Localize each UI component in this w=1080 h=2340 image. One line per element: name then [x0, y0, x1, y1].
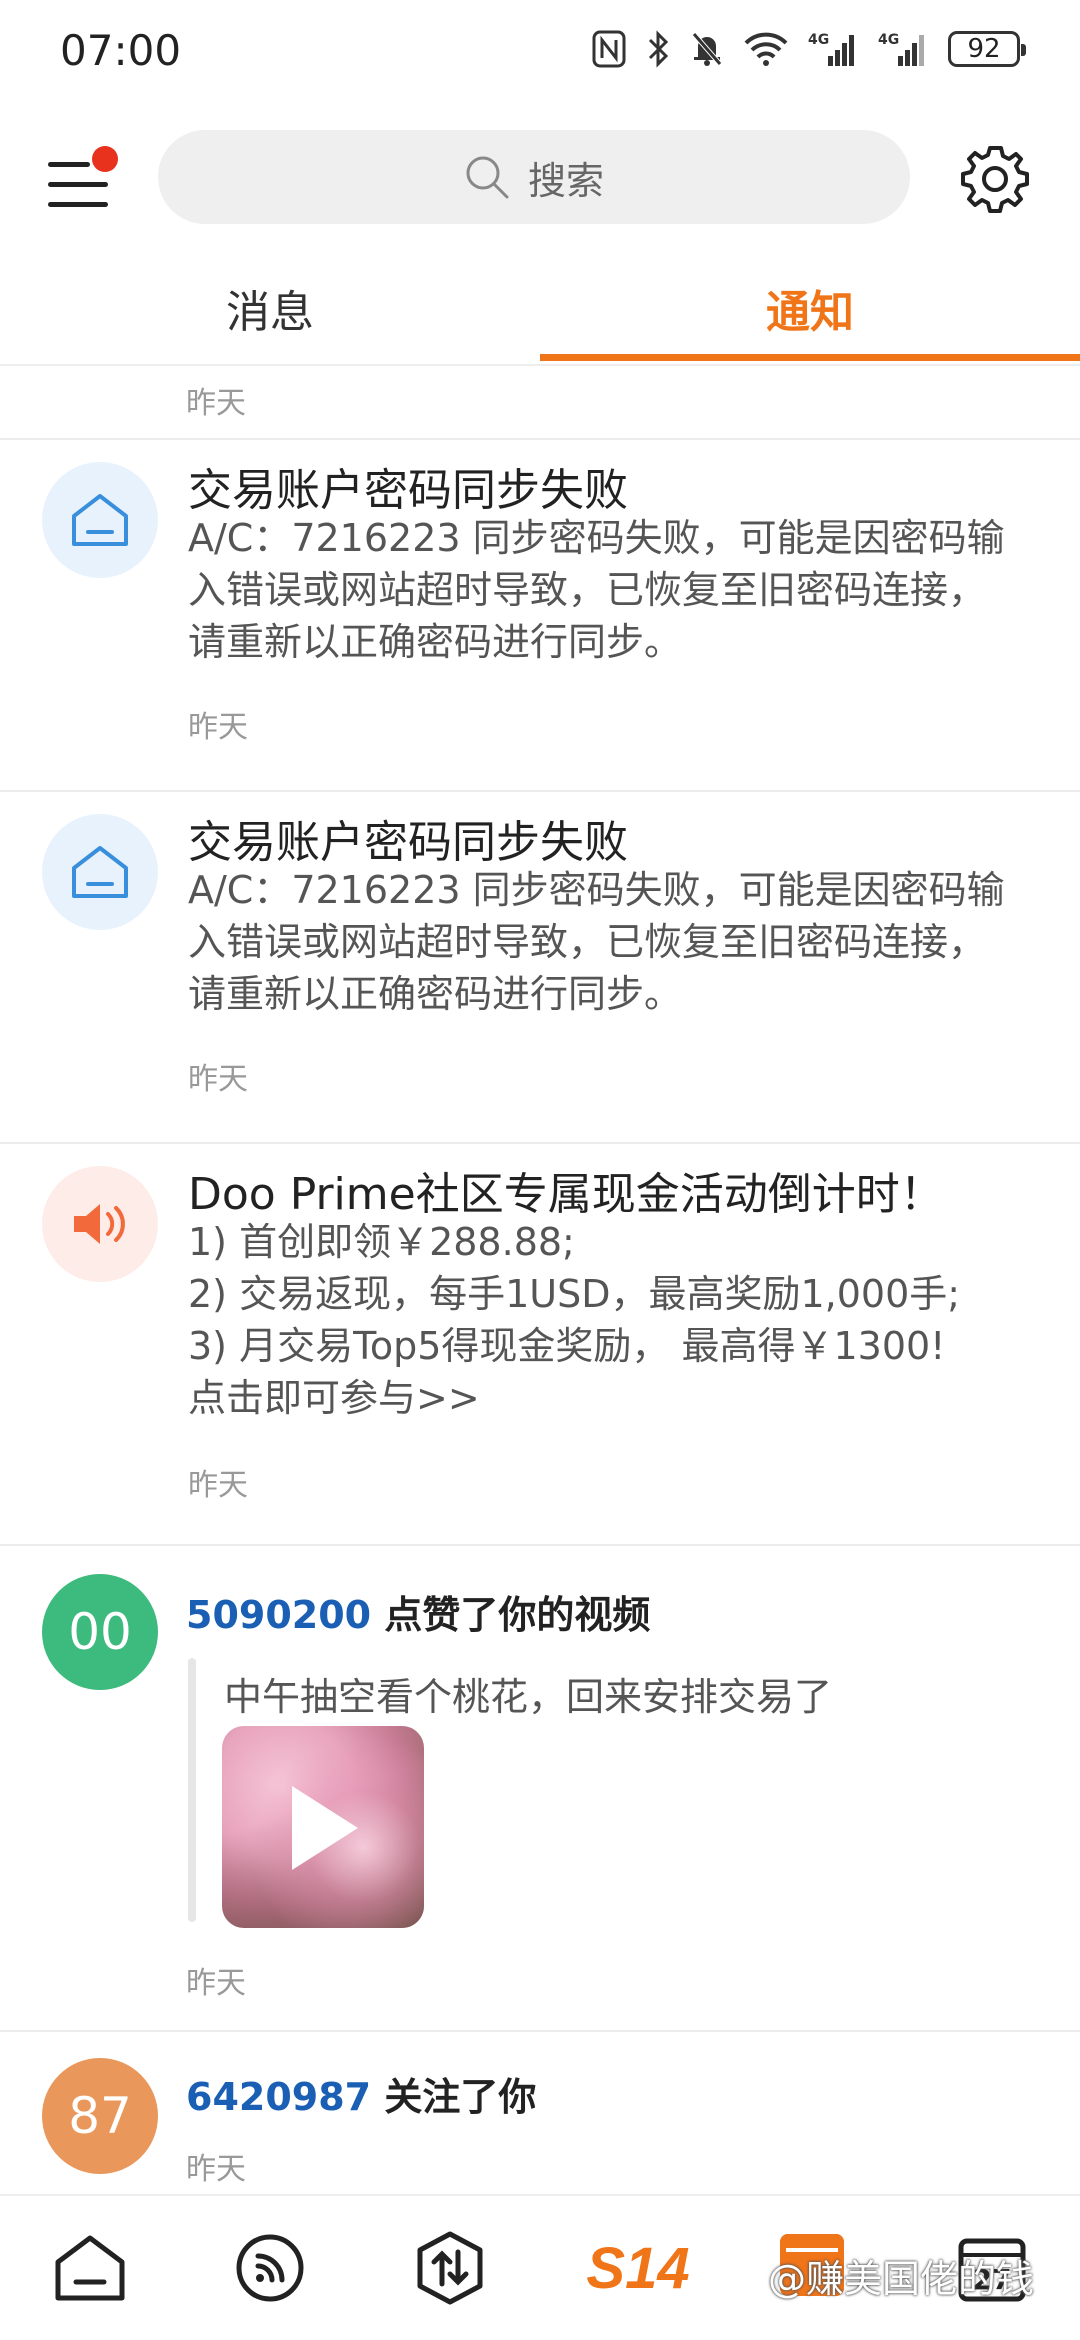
active-tab-indicator — [540, 354, 1080, 361]
avatar — [42, 462, 158, 578]
action-text: 关注了你 — [371, 2075, 537, 2119]
item-body: 1) 首创即领￥288.88; 2) 交易返现，每手1USD，最高奖励1,000… — [188, 1216, 1048, 1424]
item-time: 昨天 — [186, 1966, 246, 2001]
divider — [0, 364, 1080, 366]
item-title: Doo Prime社区专属现金活动倒计时！ — [188, 1169, 944, 1220]
body-line: A/C：7216223 同步密码失败，可能是因密码输 — [188, 516, 1005, 560]
item-title: 交易账户密码同步失败 — [188, 465, 628, 516]
video-thumbnail[interactable] — [222, 1726, 424, 1928]
tab-messages[interactable]: 消息 — [0, 262, 540, 362]
battery-indicator: 92 — [948, 31, 1026, 67]
feed-icon — [236, 2234, 304, 2302]
trade-icon — [417, 2231, 483, 2305]
svg-text:4G: 4G — [808, 32, 829, 48]
body-line: 2) 交易返现，每手1USD，最高奖励1,000手; — [188, 1272, 961, 1316]
tab-notifications[interactable]: 通知 — [540, 262, 1080, 362]
body-line: 请重新以正确密码进行同步。 — [188, 972, 683, 1016]
gear-icon — [961, 146, 1029, 213]
svg-text:4G: 4G — [878, 32, 899, 48]
item-body: A/C：7216223 同步密码失败，可能是因密码输 入错误或网站超时导致，已恢… — [188, 864, 1048, 1020]
avatar-text: 00 — [68, 1603, 132, 1661]
body-line: 请重新以正确密码进行同步。 — [188, 620, 683, 664]
notification-headline: 5090200 点赞了你的视频 — [186, 1584, 650, 1639]
item-time: 昨天 — [186, 386, 246, 421]
status-icons: 4G 4G 92 — [592, 30, 1026, 68]
s14-label: S14 — [586, 2235, 690, 2301]
header: 搜索 — [0, 120, 1080, 230]
house-icon — [72, 494, 128, 546]
menu-button[interactable] — [44, 146, 118, 216]
status-time: 07:00 — [60, 26, 182, 75]
avatar[interactable]: 00 — [42, 1574, 158, 1690]
list-item[interactable]: 交易账户密码同步失败 A/C：7216223 同步密码失败，可能是因密码输 入错… — [0, 440, 1080, 790]
item-time: 昨天 — [188, 710, 248, 745]
item-time: 昨天 — [186, 2152, 246, 2187]
body-line: 入错误或网站超时导致，已恢复至旧密码连接， — [188, 568, 987, 612]
list-item[interactable]: 87 6420987 关注了你 昨天 — [0, 2032, 1080, 2192]
search-icon — [466, 156, 509, 199]
watermark: @赚美国佬的钱 — [768, 2257, 1035, 2301]
avatar — [42, 1166, 158, 1282]
list-item[interactable]: 00 5090200 点赞了你的视频 中午抽空看个桃花，回来安排交易了 昨天 — [0, 1546, 1080, 2030]
quote-bar — [188, 1658, 196, 1922]
speaker-icon — [74, 1204, 125, 1244]
nfc-icon — [592, 30, 626, 68]
menu-icon-line — [48, 162, 90, 167]
body-line: A/C：7216223 同步密码失败，可能是因密码输 — [188, 868, 1005, 912]
bluetooth-icon — [646, 30, 670, 68]
bell-muted-icon — [690, 30, 724, 68]
avatar[interactable]: 87 — [42, 2058, 158, 2174]
signal-icon-2: 4G — [878, 30, 928, 68]
status-bar: 07:00 4G 4G 92 — [0, 0, 1080, 100]
menu-icon-line — [48, 182, 108, 187]
play-icon — [292, 1786, 358, 1870]
item-body: A/C：7216223 同步密码失败，可能是因密码输 入错误或网站超时导致，已恢… — [188, 512, 1048, 668]
home-icon — [55, 2235, 125, 2301]
body-line: 入错误或网站超时导致，已恢复至旧密码连接， — [188, 920, 987, 964]
quote-text: 中午抽空看个桃花，回来安排交易了 — [224, 1675, 833, 1719]
nav-feed[interactable] — [228, 2226, 312, 2310]
user-id-link[interactable]: 5090200 — [186, 1593, 371, 1637]
search-input[interactable]: 搜索 — [158, 130, 910, 224]
notification-headline: 6420987 关注了你 — [186, 2066, 536, 2121]
signal-icon-1: 4G — [808, 30, 858, 68]
nav-trade[interactable] — [408, 2226, 492, 2310]
avatar — [42, 814, 158, 930]
tab-bar: 消息 通知 — [0, 262, 1080, 362]
nav-s14[interactable]: S14 — [578, 2226, 698, 2310]
body-line: 1) 首创即领￥288.88; — [188, 1220, 575, 1264]
nav-home[interactable] — [48, 2226, 132, 2310]
list-item[interactable]: Doo Prime社区专属现金活动倒计时！ 1) 首创即领￥288.88; 2)… — [0, 1144, 1080, 1544]
search-placeholder: 搜索 — [527, 158, 604, 203]
house-icon — [72, 846, 128, 898]
settings-button[interactable] — [958, 142, 1032, 216]
item-time: 昨天 — [188, 1062, 248, 1097]
action-text: 点赞了你的视频 — [371, 1593, 651, 1637]
body-line: 3) 月交易Top5得现金奖励， 最高得￥1300! — [188, 1324, 946, 1368]
user-id-link[interactable]: 6420987 — [186, 2075, 371, 2119]
wifi-icon — [744, 31, 788, 67]
item-title: 交易账户密码同步失败 — [188, 817, 628, 868]
list-item[interactable]: 交易账户密码同步失败 A/C：7216223 同步密码失败，可能是因密码输 入错… — [0, 792, 1080, 1142]
body-line[interactable]: 点击即可参与>> — [188, 1372, 1048, 1424]
item-time: 昨天 — [188, 1468, 248, 1503]
avatar-text: 87 — [68, 2087, 132, 2145]
menu-icon-line — [48, 202, 108, 207]
notification-badge — [92, 146, 118, 172]
